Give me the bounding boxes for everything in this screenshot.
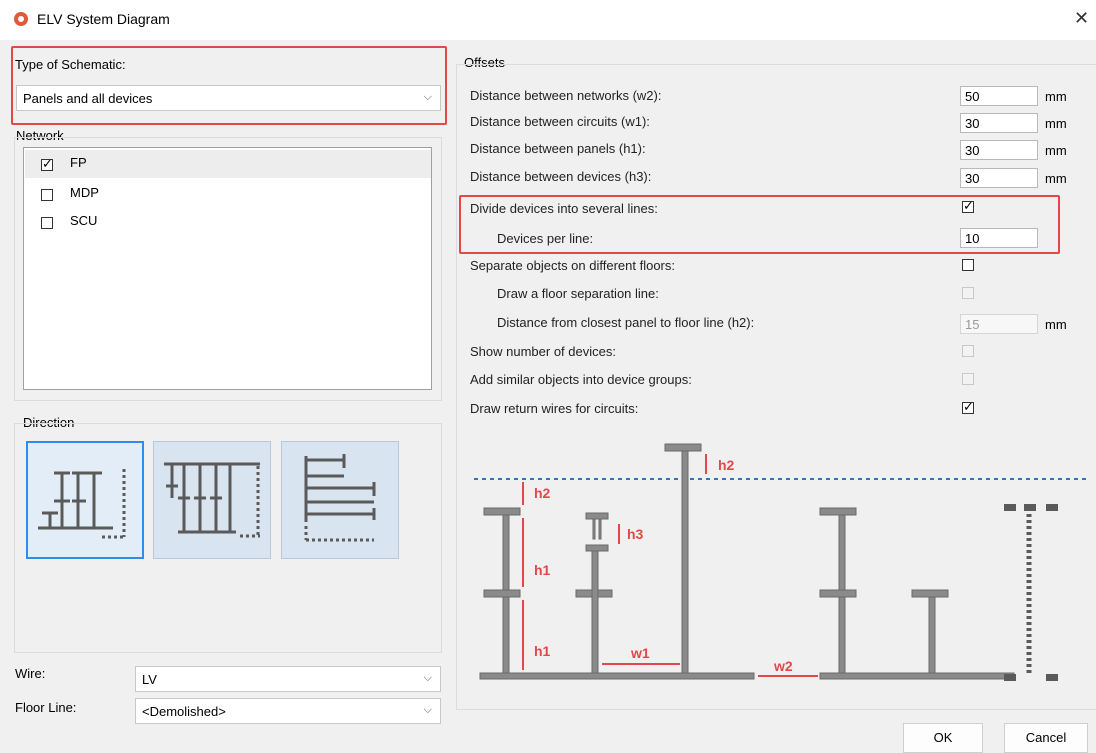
network-item-mdp[interactable]: MDP xyxy=(25,180,431,208)
return-wires-label: Draw return wires for circuits: xyxy=(470,401,639,416)
add-similar-label: Add similar objects into device groups: xyxy=(470,372,692,387)
devices-per-line-value: 10 xyxy=(965,231,980,246)
cancel-button[interactable]: Cancel xyxy=(1004,723,1088,753)
draw-floor-line-checkbox[interactable] xyxy=(962,287,974,299)
direction-1-icon xyxy=(38,469,126,539)
direction-2-icon xyxy=(164,462,260,538)
direction-option-3[interactable] xyxy=(281,441,399,559)
unit-label: mm xyxy=(1045,171,1067,186)
direction-option-2[interactable] xyxy=(153,441,271,559)
diagram-h2-label: h2 xyxy=(718,457,735,473)
diagram-h2-label: h2 xyxy=(534,485,551,501)
ok-button[interactable]: OK xyxy=(903,723,983,753)
floor-distance-input[interactable]: 15 xyxy=(960,314,1038,334)
chevron-down-icon: ⌵ xyxy=(423,91,432,103)
offset-value: 30 xyxy=(965,171,980,186)
offset-input-w2[interactable]: 50 xyxy=(960,86,1038,106)
network-checkbox-fp[interactable] xyxy=(41,156,53,172)
window-title: ELV System Diagram xyxy=(37,11,170,27)
offset-input-w1[interactable]: 30 xyxy=(960,113,1038,133)
network-item-label: FP xyxy=(70,155,87,170)
unit-label: mm xyxy=(1045,143,1067,158)
diagram-h1-label: h1 xyxy=(534,562,551,578)
devices-per-line-input[interactable]: 10 xyxy=(960,228,1038,248)
network-list: FP MDP SCU xyxy=(23,147,432,390)
wire-select[interactable]: LV ⌵ xyxy=(135,666,441,692)
draw-floor-line-label: Draw a floor separation line: xyxy=(497,286,659,301)
schematic-label: Type of Schematic: xyxy=(15,57,126,72)
unit-label: mm xyxy=(1045,317,1067,332)
offsets-diagram: h2 h1 h1 h3 h2 w1 w2 xyxy=(474,443,1086,681)
offset-value: 30 xyxy=(965,143,980,158)
title-bar: ELV System Diagram ✕ xyxy=(0,0,1096,40)
offset-value: 30 xyxy=(965,116,980,131)
offset-input-h3[interactable]: 30 xyxy=(960,168,1038,188)
floor-distance-value: 15 xyxy=(965,317,980,332)
schematic-select[interactable]: Panels and all devices ⌵ xyxy=(16,85,441,111)
offset-label-w2: Distance between networks (w2): xyxy=(470,88,662,103)
wire-label: Wire: xyxy=(15,666,46,681)
network-item-label: MDP xyxy=(70,185,99,200)
offset-input-h1[interactable]: 30 xyxy=(960,140,1038,160)
chevron-down-icon: ⌵ xyxy=(423,704,432,716)
unit-label: mm xyxy=(1045,89,1067,104)
add-similar-checkbox[interactable] xyxy=(962,373,974,385)
diagram-w1-label: w1 xyxy=(630,645,650,661)
network-item-label: SCU xyxy=(70,213,98,228)
show-number-checkbox[interactable] xyxy=(962,345,974,357)
floor-line-label: Floor Line: xyxy=(15,700,77,715)
chevron-down-icon: ⌵ xyxy=(423,672,432,684)
diagram-h1-label: h1 xyxy=(534,643,551,659)
direction-option-1[interactable] xyxy=(26,441,144,559)
direction-3-icon xyxy=(304,454,376,542)
show-number-label: Show number of devices: xyxy=(470,344,616,359)
floor-distance-label: Distance from closest panel to floor lin… xyxy=(497,315,755,330)
network-checkbox-scu[interactable] xyxy=(41,217,53,229)
separate-floors-label: Separate objects on different floors: xyxy=(470,258,675,273)
divide-devices-label: Divide devices into several lines: xyxy=(470,201,658,216)
return-wires-checkbox[interactable] xyxy=(962,399,974,415)
offset-value: 50 xyxy=(965,89,980,104)
network-item-fp[interactable]: FP xyxy=(25,150,431,178)
network-checkbox-mdp[interactable] xyxy=(41,189,53,201)
offset-label-h3: Distance between devices (h3): xyxy=(470,169,652,184)
wire-value: LV xyxy=(142,672,157,687)
floor-line-select[interactable]: <Demolished> ⌵ xyxy=(135,698,441,724)
app-logo-icon xyxy=(14,12,28,26)
unit-label: mm xyxy=(1045,116,1067,131)
offset-label-w1: Distance between circuits (w1): xyxy=(470,114,650,129)
network-item-scu[interactable]: SCU xyxy=(25,208,431,236)
offset-label-h1: Distance between panels (h1): xyxy=(470,141,646,156)
floor-line-value: <Demolished> xyxy=(142,704,226,719)
separate-floors-checkbox[interactable] xyxy=(962,259,974,271)
close-icon[interactable]: ✕ xyxy=(1074,8,1089,29)
diagram-w2-label: w2 xyxy=(773,658,793,674)
divide-devices-checkbox[interactable] xyxy=(962,198,974,214)
diagram-h3-label: h3 xyxy=(627,526,644,542)
schematic-value: Panels and all devices xyxy=(23,91,153,106)
devices-per-line-label: Devices per line: xyxy=(497,231,594,246)
